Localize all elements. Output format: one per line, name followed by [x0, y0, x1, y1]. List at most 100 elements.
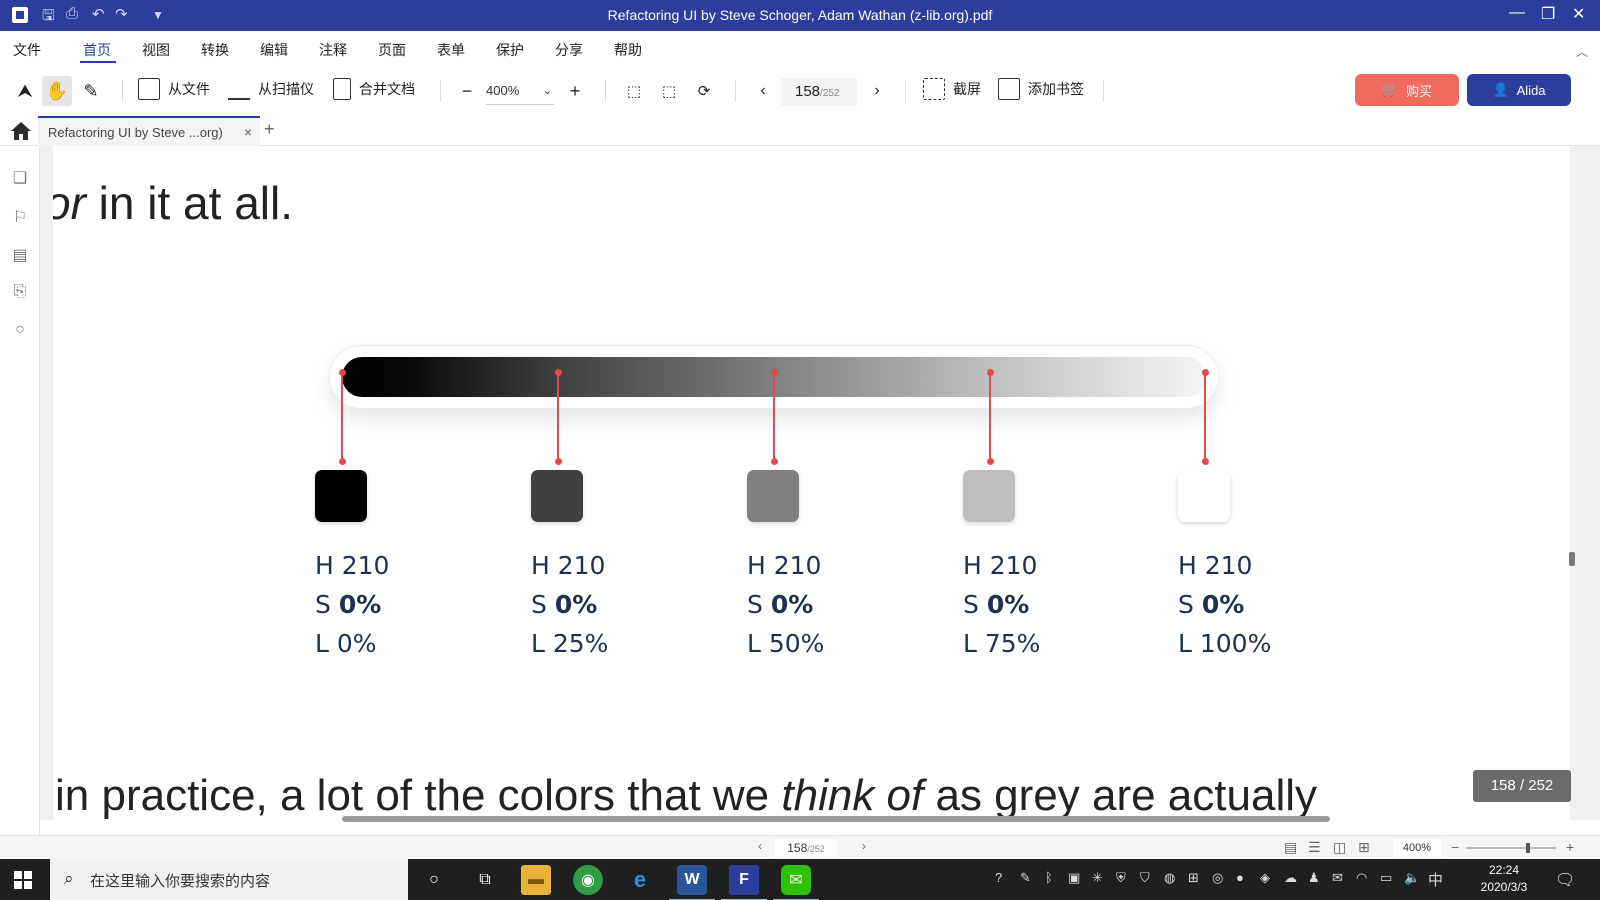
saturation-prefix: S: [315, 590, 339, 619]
menu-share[interactable]: 分享: [555, 40, 583, 60]
status-page-input[interactable]: 158/252: [775, 839, 837, 857]
app-tray-icon[interactable]: ✳: [1092, 870, 1103, 886]
search-panel-icon[interactable]: ○: [10, 321, 30, 341]
hue-value: H 210: [315, 551, 390, 580]
menu-home[interactable]: 首页: [83, 40, 111, 60]
bluetooth-tray-icon[interactable]: ᛒ: [1045, 870, 1053, 885]
collapse-ribbon-icon[interactable]: ︿: [1576, 43, 1588, 60]
fit-width-icon[interactable]: ⬚: [619, 76, 649, 106]
menu-view[interactable]: 视图: [142, 40, 170, 60]
fit-page-icon[interactable]: ⬚: [654, 76, 684, 106]
pdf-editor-icon[interactable]: F: [721, 865, 767, 900]
taskbar-clock[interactable]: 22:24 2020/3/3: [1471, 862, 1537, 896]
hand-tool-icon[interactable]: ✋: [42, 76, 72, 106]
next-page-button[interactable]: ›: [862, 76, 892, 106]
saturation-value: 0%: [1201, 590, 1245, 619]
buy-button[interactable]: 🛒 购买: [1355, 74, 1459, 106]
menu-form[interactable]: 表单: [437, 40, 465, 60]
connector-dot: [987, 369, 994, 376]
volume-icon[interactable]: 🔈: [1404, 870, 1420, 886]
wechat-tray-icon[interactable]: ✉: [1332, 870, 1343, 886]
continuous-view-icon[interactable]: ☰: [1308, 839, 1321, 856]
zoom-select[interactable]: 400% ⌄: [486, 79, 554, 105]
menu-protect[interactable]: 保护: [496, 40, 524, 60]
connector-dot: [771, 369, 778, 376]
from-file-label: 从文件: [168, 81, 210, 97]
menu-convert[interactable]: 转换: [201, 40, 229, 60]
app2-tray-icon[interactable]: ●: [1236, 870, 1244, 885]
help-tray-icon[interactable]: ?: [995, 870, 1002, 885]
toolbar: ⮝ ✋ ✎ 从文件 从扫描仪 合并文档 − 400% ⌄ + ⬚ ⬚ ⟳ ‹ 1…: [0, 66, 1600, 116]
onedrive-tray-icon[interactable]: ☁: [1284, 870, 1297, 886]
windows-start-icon[interactable]: [14, 871, 32, 889]
vertical-scrollbar[interactable]: [1569, 552, 1575, 566]
menu-file[interactable]: 文件: [13, 40, 41, 60]
tab-document[interactable]: Refactoring UI by Steve ...org) ×: [38, 116, 260, 146]
status-zoom-in-button[interactable]: +: [1566, 839, 1574, 855]
from-file-button[interactable]: 从文件: [138, 78, 210, 100]
close-tab-button[interactable]: ×: [244, 124, 252, 140]
taskbar-search-input[interactable]: ⌕ 在这里输入你要搜索的内容: [50, 859, 408, 900]
task-view-icon[interactable]: ⧉: [470, 865, 500, 895]
saturation-value: 0%: [986, 590, 1030, 619]
select-tool-icon[interactable]: ⮝: [10, 76, 40, 106]
nvidia-tray-icon[interactable]: ▣: [1068, 870, 1080, 886]
ime-indicator[interactable]: 中: [1428, 869, 1443, 890]
thumbnail-view-icon[interactable]: ⊞: [1358, 839, 1370, 856]
close-window-button[interactable]: ✕: [1572, 4, 1585, 24]
screenshot-button[interactable]: 截屏: [923, 78, 981, 100]
file-explorer-icon[interactable]: ▬: [521, 865, 551, 895]
antivirus-tray-icon[interactable]: ⛉: [1140, 870, 1150, 886]
page-number-input[interactable]: 158/252: [781, 78, 857, 106]
menu-page[interactable]: 页面: [378, 40, 406, 60]
two-page-view-icon[interactable]: ◫: [1333, 839, 1346, 856]
previous-page-button[interactable]: ‹: [748, 76, 778, 106]
restore-button[interactable]: ❐: [1541, 4, 1555, 24]
menu-comment[interactable]: 注释: [319, 40, 347, 60]
lightness-value: L 75%: [963, 629, 1041, 658]
zoom-slider-knob[interactable]: [1526, 843, 1530, 853]
battery-icon[interactable]: ▭: [1380, 870, 1392, 886]
zoom-out-button[interactable]: −: [452, 76, 482, 106]
edit-tool-icon[interactable]: ✎: [76, 76, 106, 106]
add-bookmark-button[interactable]: 添加书签: [998, 78, 1084, 100]
menu-edit[interactable]: 编辑: [260, 40, 288, 60]
taskbar-search-placeholder: 在这里输入你要搜索的内容: [90, 873, 271, 890]
zoom-in-button[interactable]: +: [560, 76, 590, 106]
pen-tray-icon[interactable]: ✎: [1020, 870, 1031, 886]
app4-tray-icon[interactable]: ♟: [1308, 870, 1320, 886]
edge-icon[interactable]: e: [625, 865, 655, 895]
zoom-slider[interactable]: [1466, 843, 1556, 853]
pages-thumbnail-icon[interactable]: ❏: [10, 168, 30, 188]
wechat-icon[interactable]: ✉: [773, 865, 819, 900]
weibo-tray-icon[interactable]: ◎: [1212, 870, 1223, 886]
single-page-view-icon[interactable]: ▤: [1284, 839, 1297, 856]
horizontal-scrollbar[interactable]: [342, 816, 1330, 822]
current-page: 158: [795, 83, 821, 100]
status-prev-page-button[interactable]: ‹: [758, 839, 762, 853]
cortana-icon[interactable]: ○: [419, 865, 449, 895]
from-scanner-button[interactable]: 从扫描仪: [228, 78, 314, 100]
bookmark-panel-icon[interactable]: ⚐: [10, 207, 30, 227]
wifi-icon[interactable]: ◠: [1356, 870, 1367, 886]
attachment-panel-icon[interactable]: ⎘: [10, 283, 30, 303]
status-next-page-button[interactable]: ›: [862, 839, 866, 853]
security-tray-icon[interactable]: ⛨: [1116, 870, 1126, 886]
new-tab-button[interactable]: +: [264, 119, 275, 140]
word-icon[interactable]: W: [669, 865, 715, 900]
merge-documents-button[interactable]: 合并文档: [333, 78, 415, 100]
color-swatch: [1178, 470, 1230, 522]
home-icon[interactable]: [10, 121, 32, 141]
minimize-button[interactable]: —: [1509, 4, 1525, 22]
grid-tray-icon[interactable]: ⊞: [1188, 870, 1199, 886]
comment-panel-icon[interactable]: ▤: [10, 245, 30, 265]
app3-tray-icon[interactable]: ◈: [1260, 870, 1270, 886]
menu-help[interactable]: 帮助: [614, 40, 642, 60]
status-zoom-value[interactable]: 400%: [1393, 839, 1441, 857]
rotate-page-icon[interactable]: ⟳: [689, 76, 719, 106]
status-zoom-out-button[interactable]: −: [1451, 839, 1459, 855]
user-account-button[interactable]: 👤 Alida: [1467, 74, 1571, 106]
chrome-icon[interactable]: ◉: [573, 865, 603, 895]
steam-tray-icon[interactable]: ◍: [1164, 870, 1175, 886]
notification-center-icon[interactable]: 🗨: [1555, 870, 1575, 890]
